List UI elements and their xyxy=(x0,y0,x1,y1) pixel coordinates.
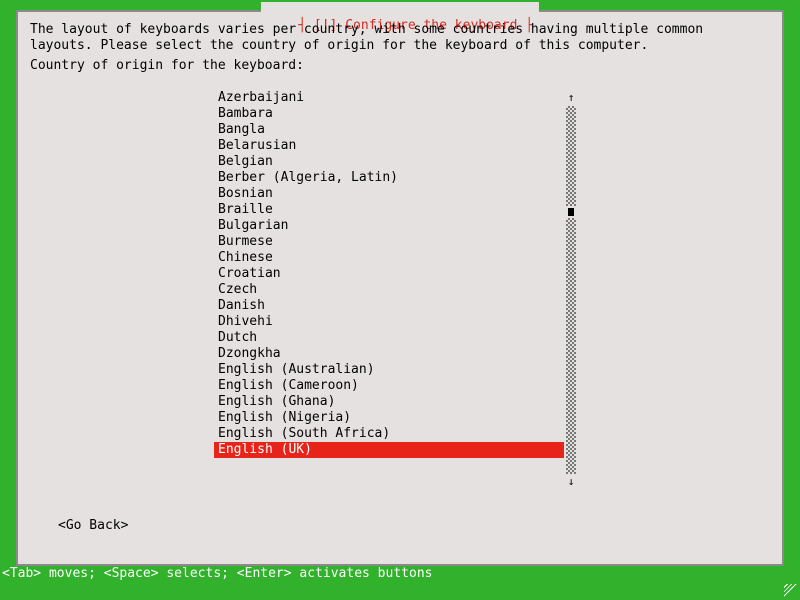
scroll-up-icon[interactable]: ↑ xyxy=(566,90,576,106)
list-item[interactable]: Dutch xyxy=(214,330,594,346)
footer-help-text: <Tab> moves; <Space> selects; <Enter> ac… xyxy=(0,566,800,582)
scroll-down-icon[interactable]: ↓ xyxy=(566,474,576,490)
list-item[interactable]: English (UK) xyxy=(214,442,564,458)
go-back-button[interactable]: <Go Back> xyxy=(58,518,128,534)
list-item[interactable]: English (Nigeria) xyxy=(214,410,594,426)
country-list[interactable]: AzerbaijaniBambaraBanglaBelarusianBelgia… xyxy=(214,90,594,490)
list-item[interactable]: Bulgarian xyxy=(214,218,594,234)
list-item[interactable]: Belarusian xyxy=(214,138,594,154)
list-item[interactable]: Burmese xyxy=(214,234,594,250)
list-item[interactable]: Danish xyxy=(214,298,594,314)
scrollbar[interactable]: ↑ ↓ xyxy=(566,90,576,490)
dialog-body-text: The layout of keyboards varies per count… xyxy=(30,22,770,54)
dialog-prompt: Country of origin for the keyboard: xyxy=(30,58,304,74)
dialog-frame: ┤ [!] Configure the keyboard ├ The layou… xyxy=(16,10,784,566)
list-item[interactable]: English (Australian) xyxy=(214,362,594,378)
list-item[interactable]: Dhivehi xyxy=(214,314,594,330)
list-item[interactable]: Belgian xyxy=(214,154,594,170)
list-item[interactable]: Bosnian xyxy=(214,186,594,202)
list-item[interactable]: Chinese xyxy=(214,250,594,266)
scroll-track[interactable] xyxy=(566,106,576,474)
scroll-thumb[interactable] xyxy=(566,206,576,218)
list-item[interactable]: Czech xyxy=(214,282,594,298)
list-item[interactable]: Berber (Algeria, Latin) xyxy=(214,170,594,186)
list-item[interactable]: Azerbaijani xyxy=(214,90,594,106)
list-item[interactable]: Braille xyxy=(214,202,594,218)
resize-grip-icon xyxy=(784,584,798,598)
list-item[interactable]: English (South Africa) xyxy=(214,426,594,442)
list-item[interactable]: Dzongkha xyxy=(214,346,594,362)
list-item[interactable]: English (Ghana) xyxy=(214,394,594,410)
list-item[interactable]: English (Cameroon) xyxy=(214,378,594,394)
list-item[interactable]: Bangla xyxy=(214,122,594,138)
list-item[interactable]: Croatian xyxy=(214,266,594,282)
list-item[interactable]: Bambara xyxy=(214,106,594,122)
